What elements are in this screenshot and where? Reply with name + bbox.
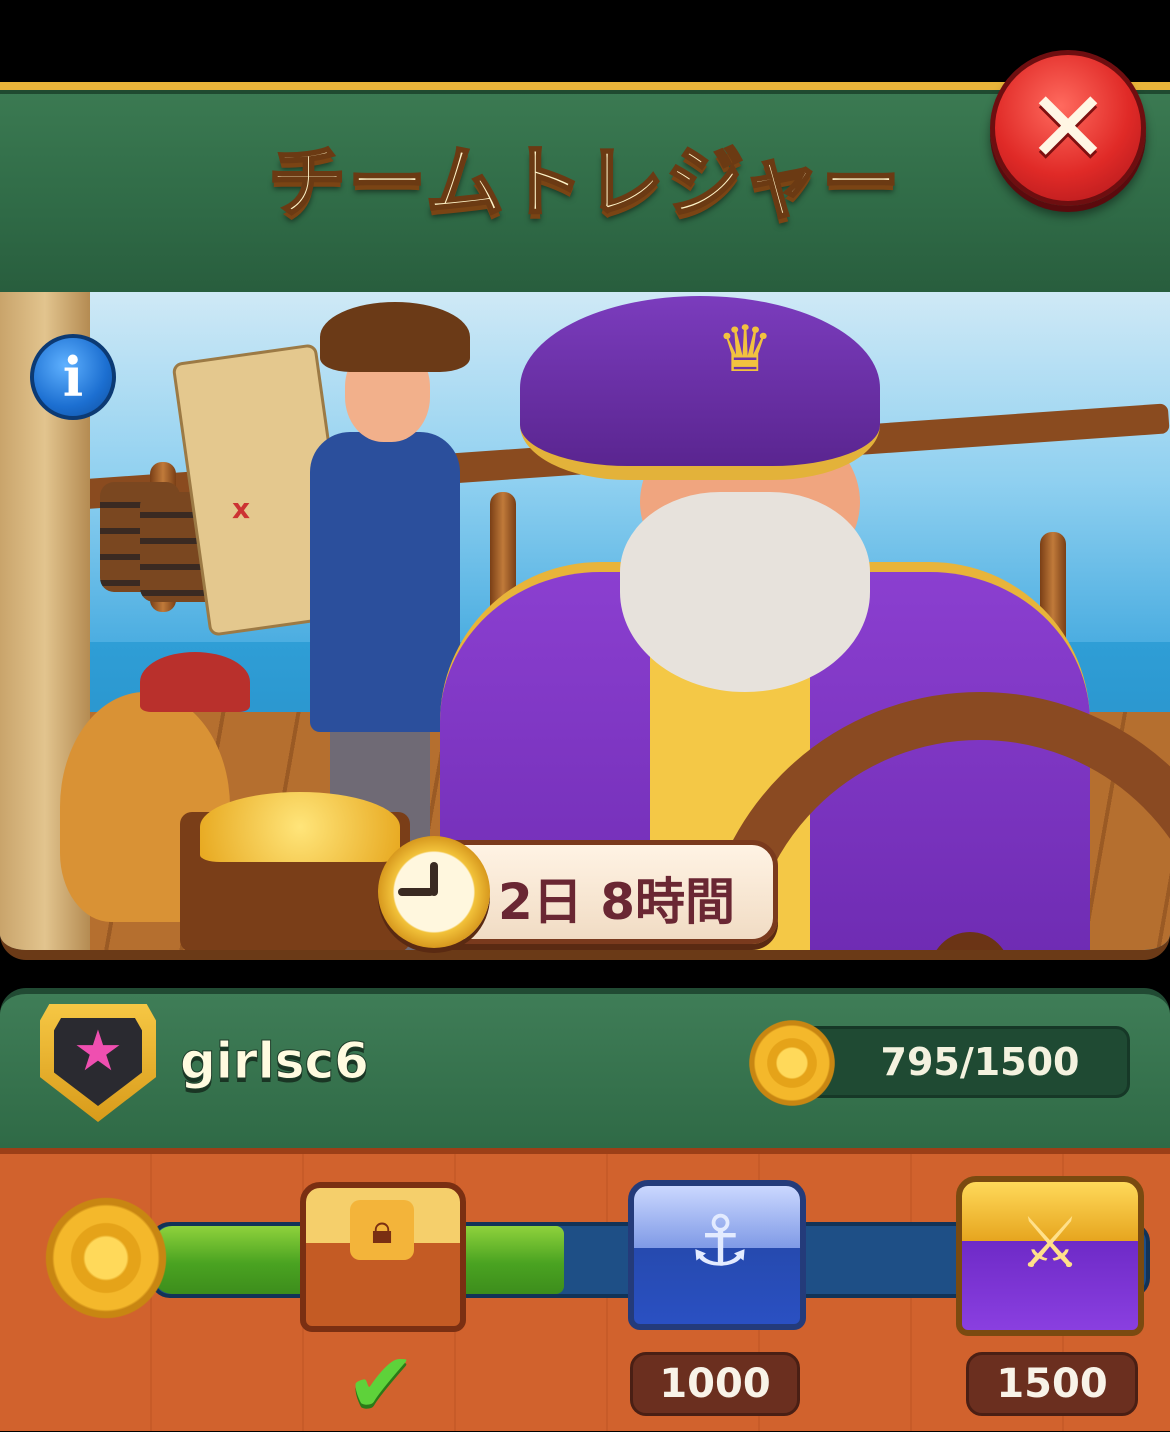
captain-beard xyxy=(620,492,870,692)
username: girlsc6 xyxy=(180,1032,370,1091)
close-icon: ✕ xyxy=(1026,69,1110,186)
gold-coins xyxy=(200,792,400,862)
lock-icon: 🔒︎ xyxy=(350,1200,414,1260)
clock-icon xyxy=(378,836,490,948)
info-button[interactable]: i xyxy=(30,334,116,420)
info-icon: i xyxy=(62,345,84,409)
crossed-swords-icon: ⚔ xyxy=(1018,1202,1082,1284)
crown-icon: ♛ xyxy=(716,313,774,387)
milestone-label-1000: 1000 xyxy=(630,1352,800,1416)
clock-hand xyxy=(398,888,434,896)
check-icon: ✔ xyxy=(345,1334,417,1432)
star-icon: ★ xyxy=(72,1019,124,1084)
close-button[interactable]: ✕ xyxy=(990,50,1146,206)
anchor-icon: ⚓︎ xyxy=(688,1200,752,1282)
score-counter: 795/1500 xyxy=(880,1040,1080,1084)
dog-bandana xyxy=(140,652,250,712)
milestone-label-1500: 1500 xyxy=(966,1352,1138,1416)
map-x-mark: x xyxy=(232,492,251,525)
ship-wheel-icon xyxy=(26,1176,186,1340)
navigator-hat xyxy=(320,302,470,372)
navigator-character xyxy=(310,432,460,732)
timer-text: 2日 8時間 xyxy=(498,873,735,931)
